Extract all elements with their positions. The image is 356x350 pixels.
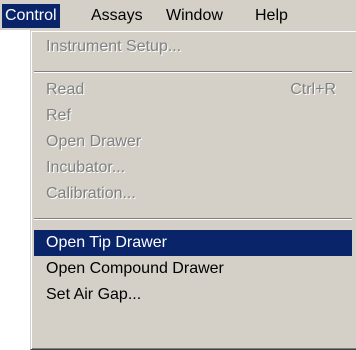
menu-window[interactable]: Window [163, 4, 226, 28]
menu-item-set-air-gap[interactable]: Set Air Gap... [34, 282, 352, 308]
menu-item-open-drawer[interactable]: Open Drawer [34, 129, 352, 155]
menu-item-open-compound-drawer[interactable]: Open Compound Drawer [34, 256, 352, 282]
menu-item-read[interactable]: Read Ctrl+R [34, 77, 352, 103]
menu-assays[interactable]: Assays [88, 4, 146, 28]
control-dropdown-menu: Instrument Setup... Read Ctrl+R Ref Open… [30, 30, 356, 350]
menu-item-label: Open Drawer [46, 133, 142, 150]
menu-item-shortcut: Ctrl+R [290, 81, 336, 98]
menu-separator [34, 218, 352, 220]
menu-item-label: Open Tip Drawer [46, 234, 167, 251]
menu-item-label: Read [46, 81, 85, 98]
menu-item-open-tip-drawer[interactable]: Open Tip Drawer [34, 230, 352, 256]
menu-item-label: Ref [46, 107, 71, 124]
menu-item-label: Calibration... [46, 185, 136, 202]
menu-item-label: Set Air Gap... [46, 286, 142, 303]
menu-bar: Control Assays Window Help [0, 0, 356, 30]
menu-item-instrument-setup[interactable]: Instrument Setup... [34, 34, 352, 60]
menu-item-ref[interactable]: Ref [34, 103, 352, 129]
menu-item-label: Instrument Setup... [46, 38, 182, 55]
menu-item-label: Incubator... [46, 159, 126, 176]
menu-separator [34, 71, 352, 73]
menu-item-calibration[interactable]: Calibration... [34, 181, 352, 207]
menu-item-label: Open Compound Drawer [46, 260, 224, 277]
menu-item-incubator[interactable]: Incubator... [34, 155, 352, 181]
menu-control[interactable]: Control [2, 4, 60, 28]
menu-help[interactable]: Help [252, 4, 291, 28]
